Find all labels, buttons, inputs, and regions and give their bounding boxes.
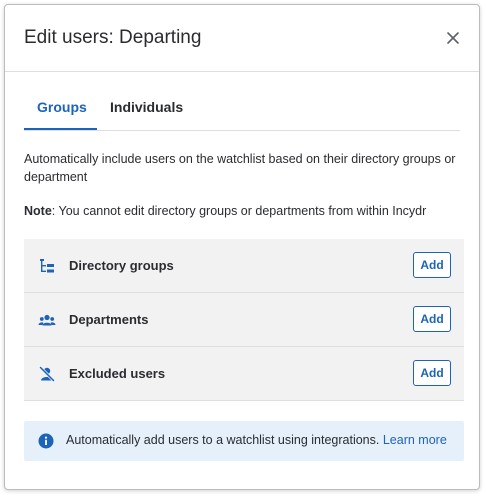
learn-more-link[interactable]: Learn more — [383, 433, 447, 447]
note-text: Note: You cannot edit directory groups o… — [24, 204, 464, 218]
info-message: Automatically add users to a watchlist u… — [66, 433, 380, 447]
departments-icon — [38, 314, 56, 326]
departments-label: Departments — [69, 312, 149, 327]
excluded-user-icon — [39, 366, 55, 382]
info-banner: Automatically add users to a watchlist u… — [24, 421, 464, 461]
edit-users-dialog: Edit users: Departing Groups Individuals… — [4, 4, 480, 490]
directory-groups-label: Directory groups — [69, 258, 174, 273]
add-departments-button[interactable]: Add — [413, 306, 451, 332]
dialog-header: Edit users: Departing — [5, 5, 479, 72]
add-directory-groups-button[interactable]: Add — [413, 252, 451, 278]
list-item-directory-groups: Directory groups Add — [24, 239, 464, 293]
description-text: Automatically include users on the watch… — [24, 152, 456, 184]
note-label: Note — [24, 204, 52, 218]
add-excluded-users-button[interactable]: Add — [413, 360, 451, 386]
info-text: Automatically add users to a watchlist u… — [66, 433, 447, 447]
tab-bar: Groups Individuals — [24, 93, 460, 131]
close-icon[interactable] — [445, 30, 461, 46]
info-icon — [38, 433, 54, 449]
group-source-list: Directory groups Add Departments Add Exc… — [24, 239, 464, 401]
list-item-excluded-users: Excluded users Add — [24, 347, 464, 401]
dialog-title: Edit users: Departing — [24, 27, 202, 48]
tab-groups[interactable]: Groups — [24, 99, 97, 130]
excluded-users-label: Excluded users — [69, 366, 166, 381]
note-body: : You cannot edit directory groups or de… — [51, 204, 427, 218]
directory-groups-icon — [40, 259, 54, 273]
list-item-departments: Departments Add — [24, 293, 464, 347]
tab-individuals[interactable]: Individuals — [110, 99, 183, 130]
